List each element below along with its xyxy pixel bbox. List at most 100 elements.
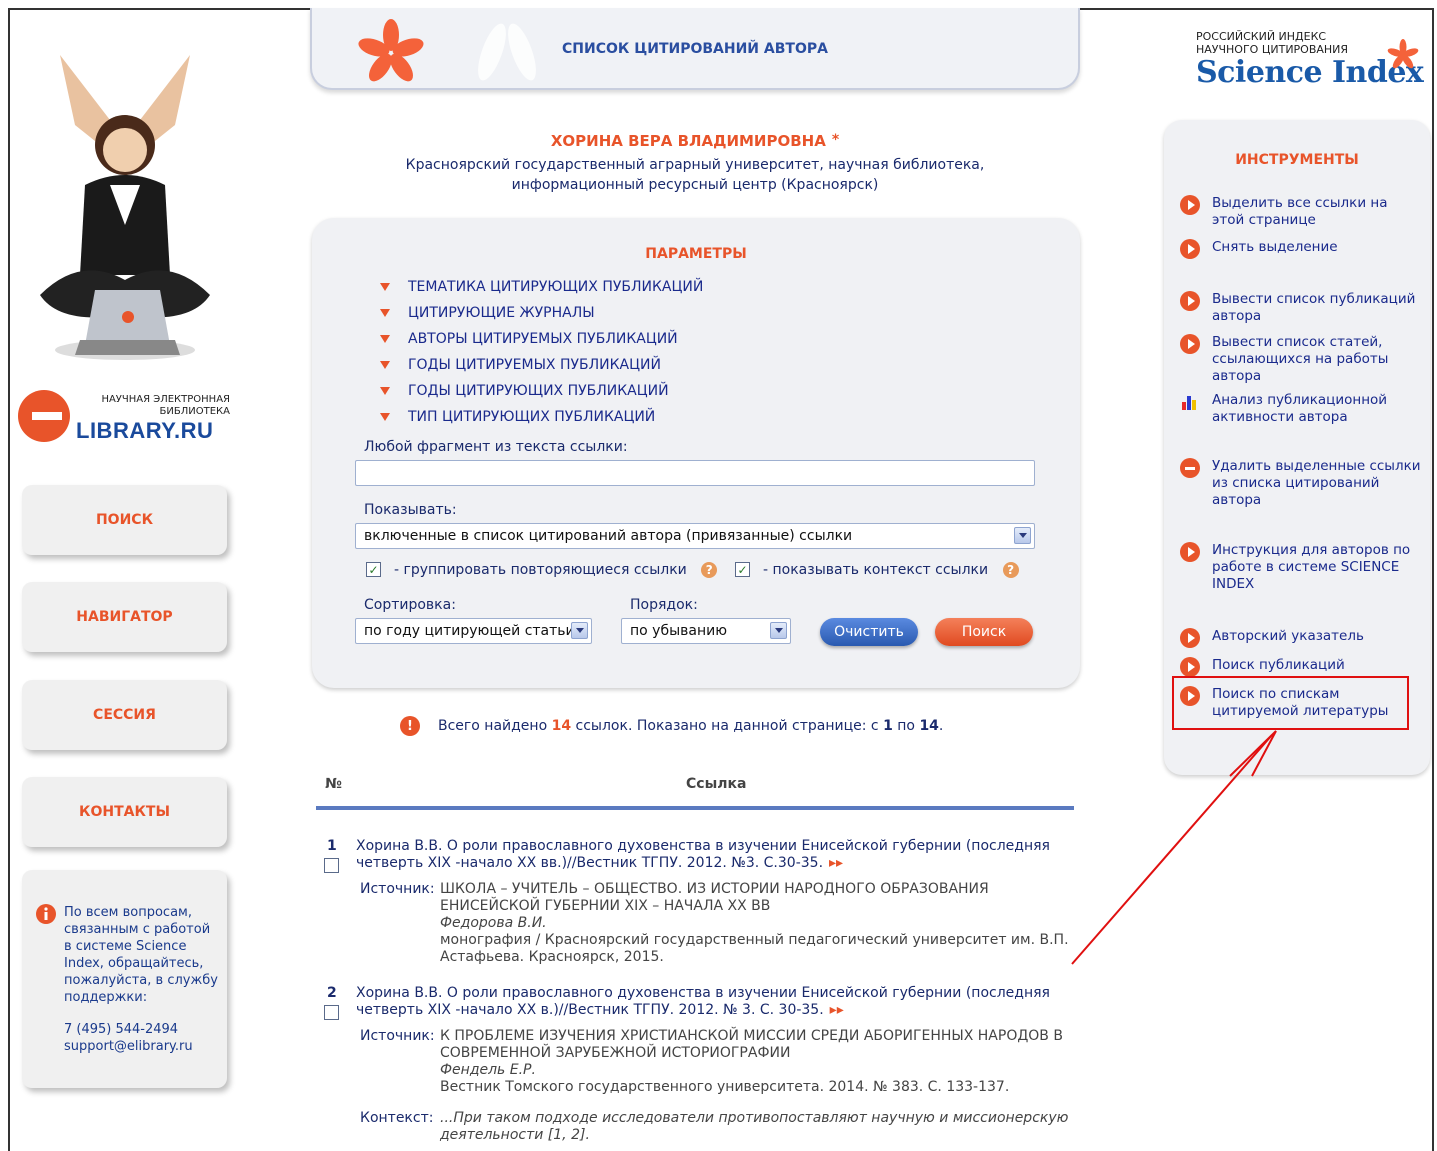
source-label: Источник: (360, 881, 435, 897)
param-label: ТИП ЦИТИРУЮЩИХ ПУБЛИКАЦИЙ (408, 409, 656, 425)
sort-select[interactable]: по году цитирующей статьи (355, 618, 592, 644)
param-label: ТЕМАТИКА ЦИТИРУЮЩИХ ПУБЛИКАЦИЙ (408, 279, 704, 295)
results-table-header: № Ссылка (316, 774, 1074, 810)
elibrary-logo[interactable]: НАУЧНАЯ ЭЛЕКТРОННАЯ БИБЛИОТЕКА LIBRARY.R… (18, 390, 230, 450)
fast-forward-icon[interactable]: ▸▸ (830, 1002, 844, 1018)
tools-title: ИНСТРУМЕНТЫ (1235, 152, 1359, 168)
nav-navigator-button[interactable]: НАВИГАТОР (22, 582, 227, 652)
found-to: 14 (919, 718, 939, 734)
sort-label: Сортировка: (364, 597, 456, 613)
play-icon (1180, 239, 1200, 259)
tool-label: Вывести список статей, ссылающихся на ра… (1212, 334, 1389, 384)
chevron-down-icon[interactable] (571, 622, 588, 639)
tool-label: Авторский указатель (1212, 628, 1364, 644)
triangle-down-icon (380, 413, 390, 421)
param-item[interactable]: ТИП ЦИТИРУЮЩИХ ПУБЛИКАЦИЙ (380, 404, 703, 430)
tool-label: Вывести список публикаций автора (1212, 291, 1416, 324)
nav-search-button[interactable]: ПОИСК (22, 485, 227, 555)
help-icon[interactable]: ? (701, 562, 718, 578)
tool-label: Снять выделение (1212, 239, 1338, 255)
minus-icon (1180, 458, 1200, 478)
source-title[interactable]: ШКОЛА – УЧИТЕЛЬ – ОБЩЕСТВО. ИЗ ИСТОРИИ Н… (440, 881, 1080, 915)
param-item[interactable]: ЦИТИРУЮЩИЕ ЖУРНАЛЫ (380, 300, 703, 326)
row-number: 1 (327, 838, 337, 854)
show-select-value: включенные в список цитирований автора (… (364, 528, 853, 544)
logo-brand: LIBRARY.RU (76, 418, 214, 443)
clear-button[interactable]: Очистить (820, 618, 918, 646)
col-number-header: № (325, 776, 342, 792)
param-item[interactable]: АВТОРЫ ЦИТИРУЕМЫХ ПУБЛИКАЦИЙ (380, 326, 703, 352)
play-icon (1180, 334, 1200, 354)
hero-illustration (40, 55, 210, 360)
reference-link[interactable]: Хорина В.В. О роли православного духовен… (356, 838, 1056, 872)
param-item[interactable]: ТЕМАТИКА ЦИТИРУЮЩИХ ПУБЛИКАЦИЙ (380, 274, 703, 300)
author-organization: Красноярский государственный аграрный ун… (405, 157, 985, 193)
parameters-title: ПАРАМЕТРЫ (645, 246, 747, 262)
row-number: 2 (327, 985, 337, 1001)
source-label: Источник: (360, 1028, 435, 1044)
reference-link[interactable]: Хорина В.В. О роли православного духовен… (356, 985, 1056, 1019)
chevron-down-icon[interactable] (770, 622, 787, 639)
sort-select-value: по году цитирующей статьи (364, 623, 575, 639)
nav-contacts-button[interactable]: КОНТАКТЫ (22, 777, 227, 847)
play-icon (1180, 628, 1200, 648)
col-reference-header: Ссылка (686, 776, 747, 792)
parameters-panel: ПАРАМЕТРЫ ТЕМАТИКА ЦИТИРУЮЩИХ ПУБЛИКАЦИЙ… (312, 218, 1080, 688)
source-publication: монография / Красноярский государственны… (440, 932, 1069, 965)
support-phone: 7 (495) 544-2494 (64, 1022, 179, 1037)
source-body: К ПРОБЛЕМЕ ИЗУЧЕНИЯ ХРИСТИАНСКОЙ МИССИИ … (440, 1028, 1080, 1096)
info-icon: ! (400, 716, 420, 736)
logo-subtitle: РОССИЙСКИЙ ИНДЕКС НАУЧНОГО ЦИТИРОВАНИЯ (1196, 30, 1349, 56)
tool-label: Анализ публикационной активности автора (1212, 392, 1388, 425)
search-button[interactable]: Поиск (935, 618, 1033, 646)
table-row: 2 Хорина В.В. О роли православного духов… (320, 985, 1080, 1145)
fragment-input[interactable] (355, 460, 1035, 486)
e-logo-mark (18, 390, 70, 442)
param-item[interactable]: ГОДЫ ЦИТИРУЕМЫХ ПУБЛИКАЦИЙ (380, 352, 703, 378)
found-from: 1 (883, 718, 893, 734)
context-row-label: Контекст: (360, 1110, 434, 1126)
nav-session-button[interactable]: СЕССИЯ (22, 680, 227, 750)
triangle-down-icon (380, 361, 390, 369)
support-text: По всем вопросам, связанным с работой в … (64, 905, 218, 1005)
param-label: ГОДЫ ЦИТИРУЮЩИХ ПУБЛИКАЦИЙ (408, 383, 669, 399)
parameters-list: ТЕМАТИКА ЦИТИРУЮЩИХ ПУБЛИКАЦИЙ ЦИТИРУЮЩИ… (380, 274, 703, 430)
bar-chart-icon (1182, 396, 1196, 410)
context-checkbox[interactable]: ✓ (735, 562, 750, 577)
table-row: 1 Хорина В.В. О роли православного духов… (320, 838, 1080, 968)
science-index-logo[interactable]: РОССИЙСКИЙ ИНДЕКС НАУЧНОГО ЦИТИРОВАНИЯ S… (1196, 30, 1426, 100)
source-title[interactable]: К ПРОБЛЕМЕ ИЗУЧЕНИЯ ХРИСТИАНСКОЙ МИССИИ … (440, 1028, 1080, 1062)
group-label-text: - группировать повторяющиеся ссылки (394, 562, 687, 578)
order-select-value: по убыванию (630, 623, 728, 639)
info-icon (36, 904, 56, 924)
source-body: ШКОЛА – УЧИТЕЛЬ – ОБЩЕСТВО. ИЗ ИСТОРИИ Н… (440, 881, 1080, 966)
row-checkbox[interactable] (324, 858, 339, 873)
param-label: ГОДЫ ЦИТИРУЕМЫХ ПУБЛИКАЦИЙ (408, 357, 661, 373)
support-email-link[interactable]: support@elibrary.ru (64, 1038, 193, 1055)
play-icon (1180, 542, 1200, 562)
results-summary: ! Всего найдено 14 ссылок. Показано на д… (400, 716, 943, 736)
help-icon[interactable]: ? (1002, 562, 1019, 578)
source-publication: Вестник Томского государственного универ… (440, 1079, 1010, 1095)
show-select[interactable]: включенные в список цитирований автора (… (355, 523, 1035, 549)
fast-forward-icon[interactable]: ▸▸ (829, 855, 843, 871)
order-select[interactable]: по убыванию (621, 618, 791, 644)
asterisk-icon: * (831, 132, 840, 148)
chevron-down-icon[interactable] (1014, 527, 1031, 544)
play-icon (1180, 195, 1200, 215)
support-contacts: 7 (495) 544-2494 support@elibrary.ru (64, 1021, 193, 1055)
source-author: Федорова В.И. (440, 915, 547, 931)
support-box: По всем вопросам, связанным с работой в … (22, 870, 227, 1088)
page-title: СПИСОК ЦИТИРОВАНИЙ АВТОРА (562, 41, 828, 57)
group-checkbox[interactable]: ✓ (366, 562, 381, 577)
order-label: Порядок: (630, 597, 698, 613)
tool-label: Удалить выделенные ссылки из списка цити… (1212, 458, 1421, 508)
param-item[interactable]: ГОДЫ ЦИТИРУЮЩИХ ПУБЛИКАЦИЙ (380, 378, 703, 404)
asterisk-icon (1387, 39, 1419, 69)
found-mid: ссылок. Показано на данной странице: с (575, 718, 879, 734)
author-name-text: ХОРИНА ВЕРА ВЛАДИМИРОВНА (550, 132, 826, 150)
group-label: - группировать повторяющиеся ссылки ? (394, 562, 718, 578)
tool-label: Поиск публикаций (1212, 657, 1345, 673)
row-checkbox[interactable] (324, 1005, 339, 1020)
page-header-tab: СПИСОК ЦИТИРОВАНИЙ АВТОРА (310, 8, 1080, 90)
